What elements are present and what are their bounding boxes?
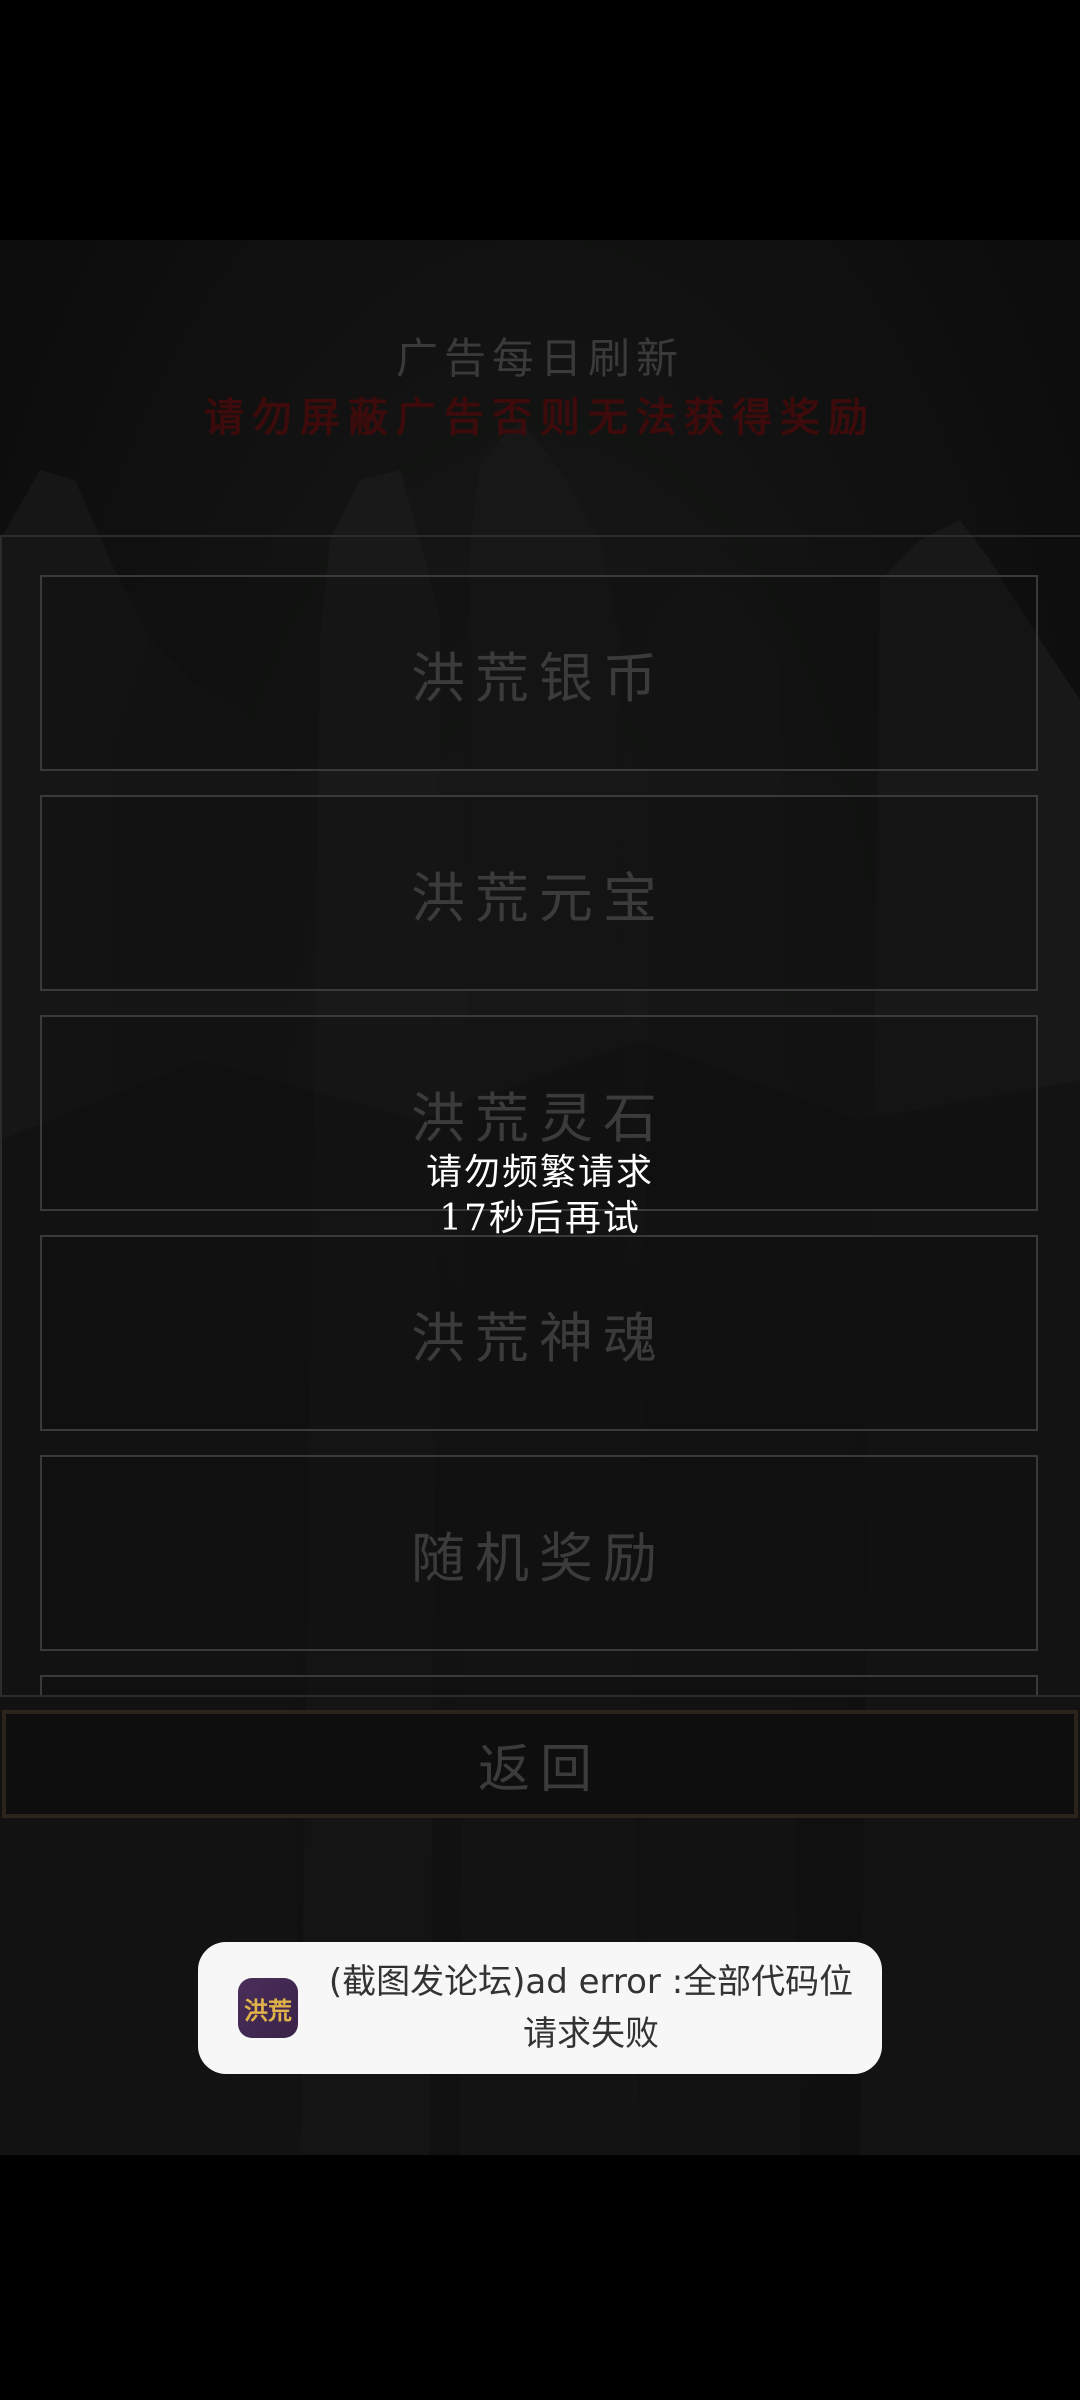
reward-label: 洪荒神魂 (411, 1306, 667, 1370)
reward-label: 洪荒灵石 (411, 1086, 667, 1150)
back-label: 返回 (477, 1739, 602, 1800)
reward-label: 随机奖励 (411, 1526, 667, 1590)
reward-label: 洪荒银币 (411, 646, 667, 710)
status-bar (0, 0, 1080, 240)
screen: 广告每日刷新 请勿屏蔽广告否则无法获得奖励 洪荒银币 洪荒元宝 洪荒灵石 洪荒神… (0, 0, 1080, 2400)
reward-button-silver-coin[interactable]: 洪荒银币 (40, 575, 1038, 771)
error-toast: 洪荒 (截图发论坛)ad error :全部代码位请求失败 (198, 1942, 882, 2074)
page-title: 广告每日刷新 (395, 334, 684, 383)
reward-button-divine-soul[interactable]: 洪荒神魂 (40, 1235, 1038, 1431)
back-button[interactable]: 返回 (2, 1710, 1078, 1818)
reward-button-random[interactable]: 随机奖励 (40, 1455, 1038, 1651)
ad-block-warning: 请勿屏蔽广告否则无法获得奖励 (204, 394, 876, 441)
toast-message: (截图发论坛)ad error :全部代码位请求失败 (328, 1962, 854, 2054)
reward-panel: 洪荒银币 洪荒元宝 洪荒灵石 洪荒神魂 随机奖励 (0, 535, 1080, 1697)
app-icon: 洪荒 (238, 1978, 298, 2038)
rate-limit-message: 请勿频繁请求 17秒后再试 (0, 1150, 1080, 1242)
reward-label: 洪荒元宝 (411, 866, 667, 930)
rate-limit-line-2: 17秒后再试 (439, 1198, 641, 1239)
bottom-area (0, 2155, 1080, 2400)
reward-button-yuanbao[interactable]: 洪荒元宝 (40, 795, 1038, 991)
reward-button-partial[interactable] (40, 1675, 1038, 1695)
rate-limit-line-1: 请勿频繁请求 (425, 1152, 654, 1193)
